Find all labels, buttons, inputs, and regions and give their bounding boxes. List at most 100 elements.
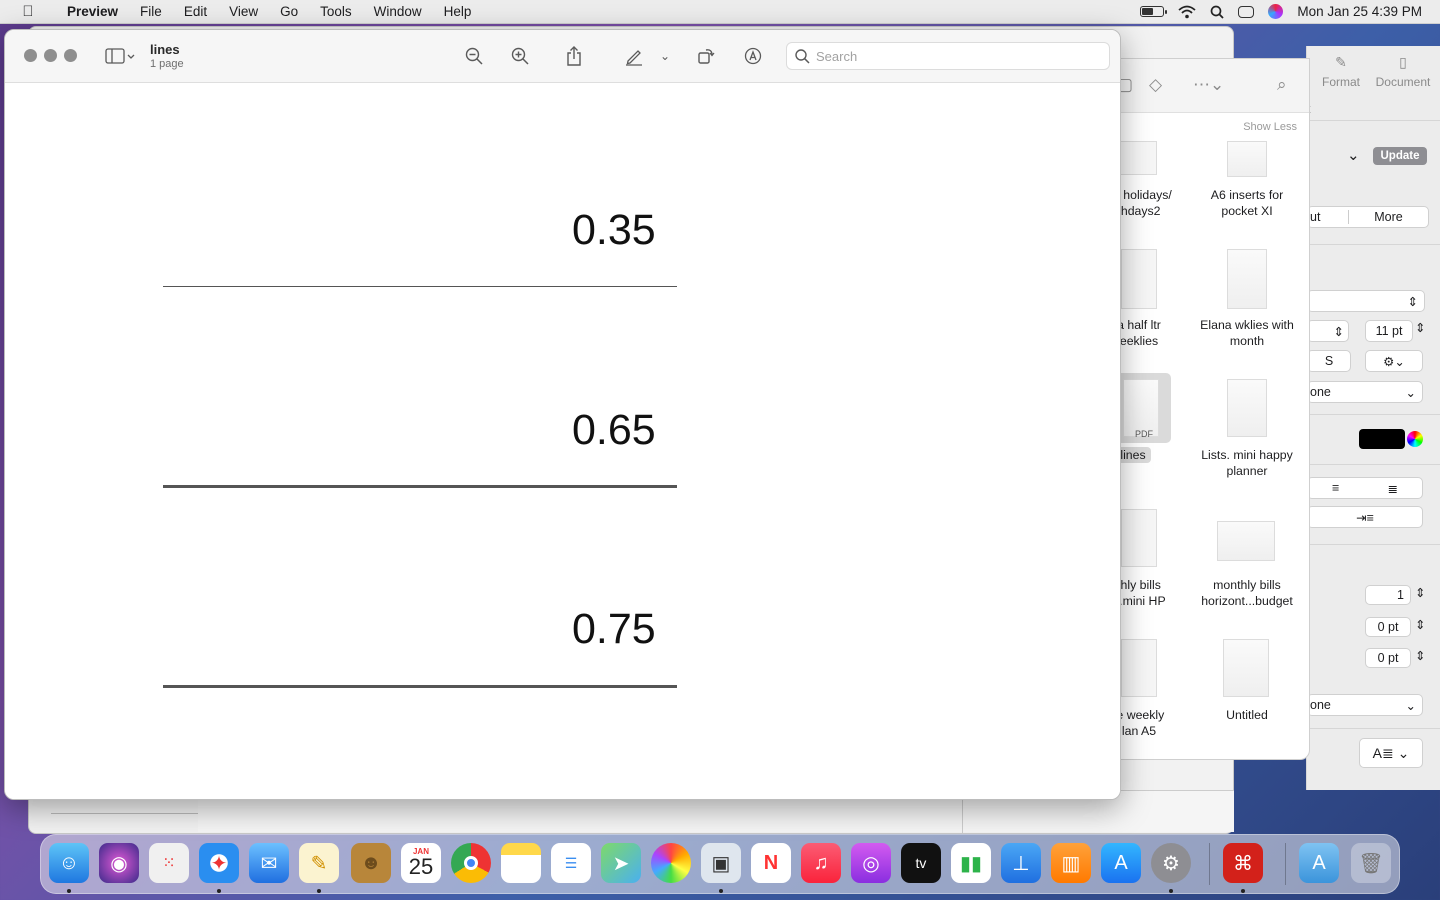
file-thumbnail[interactable] (1217, 521, 1275, 561)
strikethrough-button[interactable]: S (1307, 350, 1351, 372)
sidebar-toggle-icon[interactable] (100, 44, 140, 68)
text-options-gear-icon[interactable]: ⚙⌄ (1365, 350, 1423, 372)
zoom-button[interactable] (64, 49, 77, 62)
space-before-field[interactable]: 0 pt (1365, 617, 1411, 637)
maps-icon[interactable]: ➤ (601, 843, 641, 883)
file-item-label[interactable]: Untitled (1187, 707, 1307, 723)
reminders-icon[interactable]: ☰ (551, 843, 591, 883)
acrobat-icon[interactable]: ⌘ (1223, 843, 1263, 883)
podcasts-icon[interactable]: ◎ (851, 843, 891, 883)
file-item-label[interactable]: Lists. mini happy planner (1187, 447, 1307, 479)
spotlight-icon[interactable] (1210, 5, 1225, 19)
menu-window[interactable]: Window (363, 4, 433, 19)
chrome-icon[interactable] (451, 843, 491, 883)
show-less-link[interactable]: Show Less (1243, 121, 1297, 133)
contacts-icon[interactable]: ☻ (351, 843, 391, 883)
file-thumbnail[interactable] (1121, 509, 1157, 567)
mail-icon[interactable]: ✉ (249, 843, 289, 883)
line-spacing-field[interactable]: 1 (1365, 585, 1411, 605)
justify-icon[interactable]: ≣ (1387, 481, 1397, 496)
update-button[interactable]: Update (1373, 147, 1427, 165)
font-size-stepper[interactable]: ⇕ (1415, 320, 1425, 335)
apple-menu-icon[interactable]:  (0, 3, 56, 20)
file-item-label[interactable]: Elana wklies with month (1187, 317, 1307, 349)
system-preferences-gear-icon[interactable]: ⚙ (1151, 843, 1191, 883)
share-icon[interactable] (561, 44, 587, 68)
search-field[interactable] (786, 42, 1110, 70)
font-size-field[interactable]: 11 pt (1365, 320, 1413, 342)
space-after-stepper[interactable]: ⇕ (1415, 648, 1425, 663)
siri-icon[interactable] (1268, 4, 1284, 19)
font-style-select[interactable]: ⇕ (1307, 320, 1349, 342)
segment-layout[interactable]: ut (1308, 210, 1348, 224)
annotate-icon[interactable] (740, 44, 766, 68)
file-thumbnail[interactable] (1227, 249, 1267, 309)
books-icon[interactable]: ▥ (1051, 843, 1091, 883)
file-item-label[interactable]: monthly bills horizont...budget (1187, 577, 1307, 609)
trash-icon[interactable]: 🗑 (1351, 843, 1391, 883)
file-thumbnail[interactable] (1223, 639, 1269, 697)
file-item-label[interactable]: a half ltr eeklies (1109, 317, 1199, 349)
pages-icon[interactable]: ✎ (299, 843, 339, 883)
file-item-label[interactable]: 20 holidays/thdays2 (1109, 187, 1199, 219)
tab-format[interactable]: ✎ Format (1321, 54, 1361, 89)
menu-file[interactable]: File (129, 4, 173, 19)
file-thumbnail[interactable] (1227, 379, 1267, 437)
menu-view[interactable]: View (218, 4, 269, 19)
calendar-icon[interactable]: JAN 25 (401, 843, 441, 883)
markup-pen-icon[interactable] (621, 44, 647, 68)
news-icon[interactable]: N (751, 843, 791, 883)
file-item-label[interactable]: le weekly lan A5 (1109, 707, 1199, 739)
control-center-icon[interactable] (1238, 5, 1255, 18)
indent-button[interactable]: ⇥≡ (1307, 506, 1423, 528)
more-actions-icon[interactable]: ⋯⌄ (1193, 75, 1224, 95)
markup-options-chevron-icon[interactable]: ⌄ (657, 44, 673, 68)
menu-preview[interactable]: Preview (56, 4, 129, 19)
zoom-out-icon[interactable] (461, 44, 487, 68)
battery-icon[interactable] (1140, 6, 1168, 17)
search-input[interactable] (816, 48, 1096, 64)
align-right-icon[interactable]: ≡ (1332, 481, 1339, 495)
font-family-select[interactable]: ⇕ (1307, 290, 1425, 312)
applications-folder-icon[interactable]: A (1299, 843, 1339, 883)
apple-tv-icon[interactable]: tv (901, 843, 941, 883)
siri-app-icon[interactable]: ◉ (99, 843, 139, 883)
space-after-field[interactable]: 0 pt (1365, 648, 1411, 668)
file-thumbnail[interactable] (1227, 141, 1267, 177)
character-styles-select[interactable]: one ⌄ (1307, 381, 1423, 403)
photos-icon[interactable] (651, 843, 691, 883)
tab-document[interactable]: ▯ Document (1373, 54, 1433, 89)
numbers-icon[interactable]: ▮▮ (951, 843, 991, 883)
segment-more[interactable]: More (1349, 210, 1428, 224)
search-icon[interactable]: ⌕ (1277, 75, 1287, 95)
launchpad-icon[interactable]: ⁙ (149, 843, 189, 883)
text-color-well[interactable] (1359, 429, 1405, 449)
chevron-down-icon[interactable]: ⌄ (1347, 146, 1360, 164)
safari-icon[interactable]: ✦ (199, 843, 239, 883)
notes-icon[interactable] (501, 843, 541, 883)
file-item-label[interactable]: A6 inserts for pocket XI (1187, 187, 1307, 219)
tag-icon[interactable]: ◇ (1149, 75, 1162, 95)
music-icon[interactable]: ♫ (801, 843, 841, 883)
color-wheel-icon[interactable] (1407, 431, 1423, 447)
paragraph-style-icon[interactable]: A≣ ⌄ (1359, 738, 1423, 768)
wifi-icon[interactable] (1178, 5, 1197, 19)
preview-app-icon[interactable]: ▣ (701, 843, 741, 883)
bullets-select[interactable]: one ⌄ (1307, 694, 1423, 716)
menu-go[interactable]: Go (269, 4, 309, 19)
file-thumbnail[interactable] (1119, 141, 1157, 175)
menu-tools[interactable]: Tools (309, 4, 363, 19)
line-spacing-stepper[interactable]: ⇕ (1415, 585, 1425, 600)
menu-clock[interactable]: Mon Jan 25 4:39 PM (1297, 4, 1422, 19)
file-item-label[interactable]: thly bills 0.mini HP (1109, 577, 1199, 609)
close-button[interactable] (24, 49, 37, 62)
space-before-stepper[interactable]: ⇕ (1415, 617, 1425, 632)
keynote-icon[interactable]: ⊥ (1001, 843, 1041, 883)
zoom-in-icon[interactable] (507, 44, 533, 68)
app-store-icon[interactable]: A (1101, 843, 1141, 883)
menu-edit[interactable]: Edit (173, 4, 218, 19)
file-thumbnail[interactable] (1121, 249, 1157, 309)
minimize-button[interactable] (44, 49, 57, 62)
finder-icon[interactable]: ☺ (49, 843, 89, 883)
file-thumbnail[interactable] (1121, 639, 1157, 697)
